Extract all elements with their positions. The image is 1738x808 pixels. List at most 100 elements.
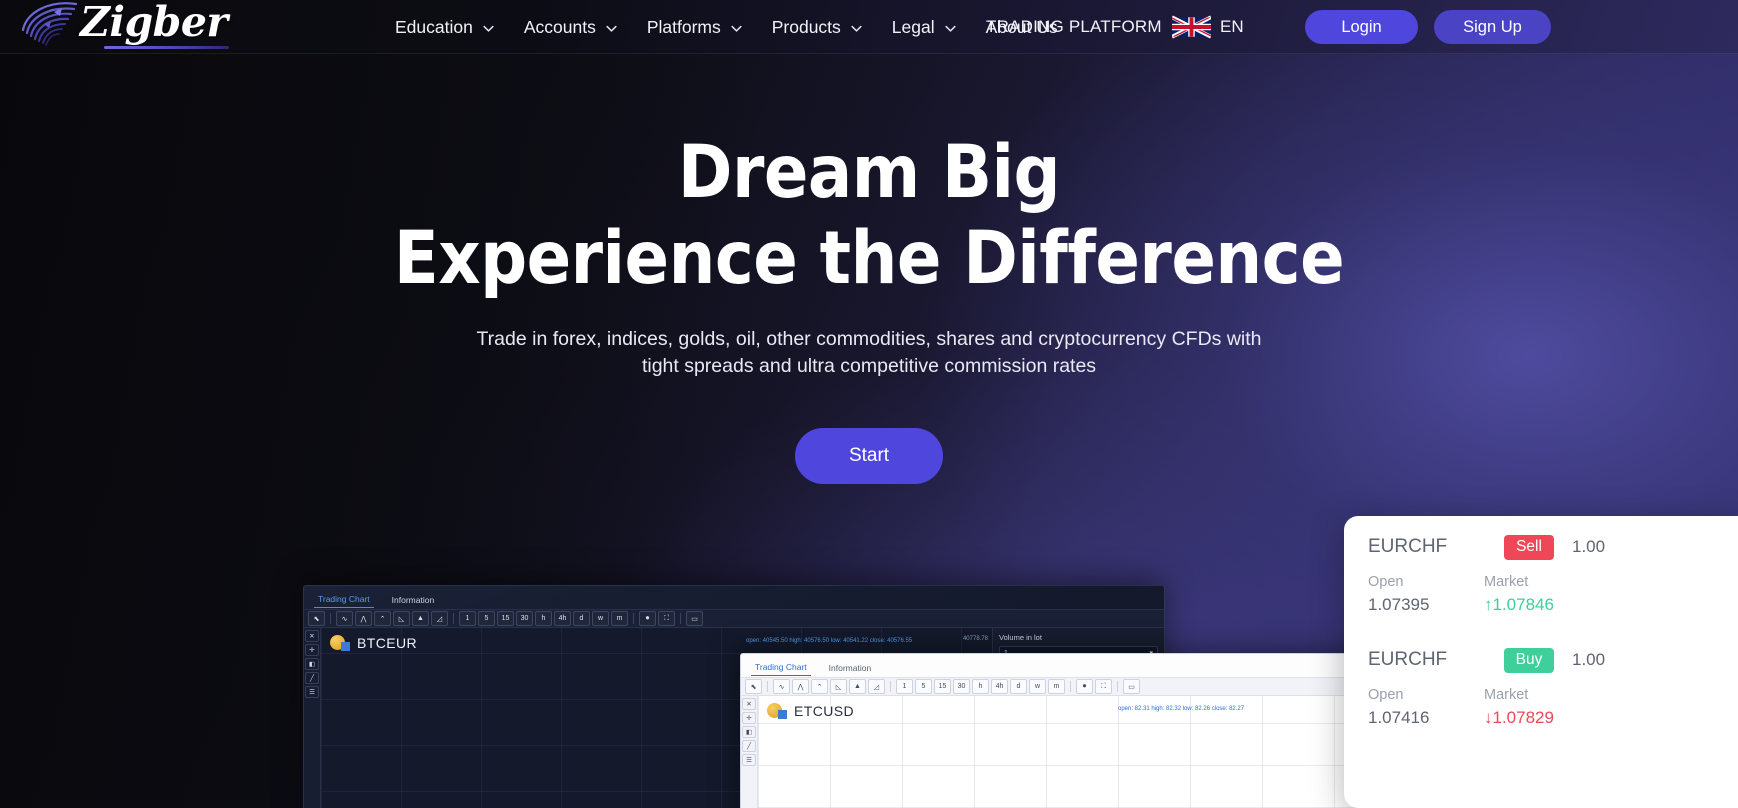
- quote-symbol: EURCHF: [1368, 536, 1448, 557]
- brand-logo[interactable]: Zigber: [14, 0, 229, 54]
- nav-label: Legal: [891, 16, 935, 37]
- tab-trading-chart[interactable]: Trading Chart: [751, 662, 811, 676]
- wave-icon[interactable]: ∿: [773, 679, 790, 694]
- chevron-down-icon: [851, 25, 862, 32]
- mountain-icon[interactable]: ▲: [412, 611, 429, 626]
- timeframe-15[interactable]: 15: [934, 679, 951, 694]
- camera-icon[interactable]: ⏺: [639, 611, 656, 626]
- quote-symbol: EURCHF: [1368, 649, 1448, 670]
- chevron-down-icon: [483, 25, 494, 32]
- timeframe-w[interactable]: w: [1029, 679, 1046, 694]
- nav-item-products[interactable]: Products: [772, 0, 872, 54]
- tab-information[interactable]: Information: [388, 595, 439, 608]
- fib-icon[interactable]: ◿: [431, 611, 448, 626]
- nav-item-legal[interactable]: Legal: [892, 0, 966, 54]
- quote-market-value: ↑1.07846: [1484, 595, 1554, 614]
- timeframe-4h[interactable]: 4h: [554, 611, 571, 626]
- buy-badge[interactable]: Buy: [1504, 647, 1554, 673]
- mountain-icon[interactable]: ▲: [849, 679, 866, 694]
- tab-information[interactable]: Information: [825, 663, 876, 676]
- magnet-icon[interactable]: ◧: [305, 658, 319, 670]
- window-icon[interactable]: ▭: [1123, 679, 1140, 694]
- camera-icon[interactable]: ⏺: [1076, 679, 1093, 694]
- timeframe-1[interactable]: 1: [459, 611, 476, 626]
- timeframe-5[interactable]: 5: [915, 679, 932, 694]
- close-icon[interactable]: ✕: [742, 698, 756, 710]
- peak-icon[interactable]: ⌃: [811, 679, 828, 694]
- timeframe-h[interactable]: h: [972, 679, 989, 694]
- timeframe-1[interactable]: 1: [896, 679, 913, 694]
- symbol-badge-icon: [341, 642, 350, 651]
- quote-open-value: 1.07416: [1368, 708, 1430, 727]
- navbar-divider: [0, 53, 1738, 54]
- timeframe-4h[interactable]: 4h: [991, 679, 1008, 694]
- cursor-icon[interactable]: ⬉: [308, 611, 325, 626]
- nav-label: Platforms: [646, 16, 721, 37]
- timeframe-5[interactable]: 5: [478, 611, 495, 626]
- nav-item-education[interactable]: Education: [395, 0, 504, 54]
- timeframe-15[interactable]: 15: [497, 611, 514, 626]
- brand-name: Zigber: [80, 0, 228, 46]
- mockup-side-toolbar: ✕ ✛ ◧ ╱ ☰: [304, 628, 321, 808]
- tab-trading-chart[interactable]: Trading Chart: [314, 594, 374, 608]
- mockup-tabs: Trading Chart Information: [304, 586, 1164, 608]
- sell-badge[interactable]: Sell: [1504, 534, 1554, 560]
- timeframe-30[interactable]: 30: [516, 611, 533, 626]
- list-icon[interactable]: ☰: [742, 754, 756, 766]
- crosshair-icon[interactable]: ✛: [305, 644, 319, 656]
- toolbar-divider: [890, 681, 891, 692]
- chevron-down-icon: [606, 25, 617, 32]
- login-button[interactable]: Login: [1305, 10, 1418, 44]
- quote-card-spacer: [1368, 615, 1714, 645]
- language-selector[interactable]: EN: [1172, 0, 1244, 54]
- top-navigation-bar: Zigber Education Accounts Platforms Prod…: [0, 0, 1738, 54]
- timeframe-h[interactable]: h: [535, 611, 552, 626]
- triangle-icon[interactable]: ◺: [393, 611, 410, 626]
- quote-row-buy[interactable]: EURCHF Buy 1.00 Open 1.07416 Market ↓1.0…: [1368, 645, 1714, 728]
- timeframe-d[interactable]: d: [1010, 679, 1027, 694]
- list-icon[interactable]: ☰: [305, 686, 319, 698]
- window-icon[interactable]: ▭: [686, 611, 703, 626]
- quote-card: EURCHF Sell 1.00 Open 1.07395 Market ↑1.…: [1344, 516, 1738, 808]
- fullscreen-icon[interactable]: ⛶: [658, 611, 675, 626]
- quote-market-label: Market: [1484, 574, 1529, 590]
- nav-label: Education: [395, 16, 473, 37]
- start-button[interactable]: Start: [795, 428, 943, 484]
- timeframe-m[interactable]: m: [611, 611, 628, 626]
- fullscreen-icon[interactable]: ⛶: [1095, 679, 1112, 694]
- brand-underline: [104, 46, 229, 49]
- language-code: EN: [1220, 17, 1244, 36]
- hero-subtitle: Trade in forex, indices, golds, oil, oth…: [476, 328, 1262, 377]
- symbol-badge-icon: [778, 710, 787, 719]
- toolbar-divider: [330, 613, 331, 624]
- toolbar-divider: [453, 613, 454, 624]
- chevron-down-icon: [945, 25, 956, 32]
- fib-icon[interactable]: ◿: [868, 679, 885, 694]
- peak-icon[interactable]: ⌃: [374, 611, 391, 626]
- close-icon[interactable]: ✕: [305, 630, 319, 642]
- timeframe-d[interactable]: d: [573, 611, 590, 626]
- mockup-symbol: BTCEUR: [357, 634, 417, 651]
- zigzag-icon[interactable]: ⋀: [355, 611, 372, 626]
- magnet-icon[interactable]: ◧: [742, 726, 756, 738]
- nav-label: Accounts: [523, 16, 596, 37]
- trendline-icon[interactable]: ╱: [742, 740, 756, 752]
- timeframe-30[interactable]: 30: [953, 679, 970, 694]
- nav-item-platforms[interactable]: Platforms: [647, 0, 752, 54]
- nav-item-accounts[interactable]: Accounts: [524, 0, 627, 54]
- timeframe-w[interactable]: w: [592, 611, 609, 626]
- timeframe-m[interactable]: m: [1048, 679, 1065, 694]
- trendline-icon[interactable]: ╱: [305, 672, 319, 684]
- crosshair-icon[interactable]: ✛: [742, 712, 756, 724]
- wave-icon[interactable]: ∿: [336, 611, 353, 626]
- cursor-icon[interactable]: ⬉: [745, 679, 762, 694]
- triangle-icon[interactable]: ◺: [830, 679, 847, 694]
- signup-button[interactable]: Sign Up: [1434, 10, 1551, 44]
- nav-links: Education Accounts Platforms Products Le…: [395, 0, 1058, 54]
- nav-item-trading-platform[interactable]: TRADING PLATFORM: [986, 0, 1162, 54]
- mockup-chart-area[interactable]: ETCUSD open: 82.31 high: 82.32 low: 82.2…: [758, 696, 1387, 808]
- quote-row-sell[interactable]: EURCHF Sell 1.00 Open 1.07395 Market ↑1.…: [1368, 532, 1714, 615]
- zigzag-icon[interactable]: ⋀: [792, 679, 809, 694]
- toolbar-divider: [680, 613, 681, 624]
- axis-label: 40778.78: [962, 636, 988, 642]
